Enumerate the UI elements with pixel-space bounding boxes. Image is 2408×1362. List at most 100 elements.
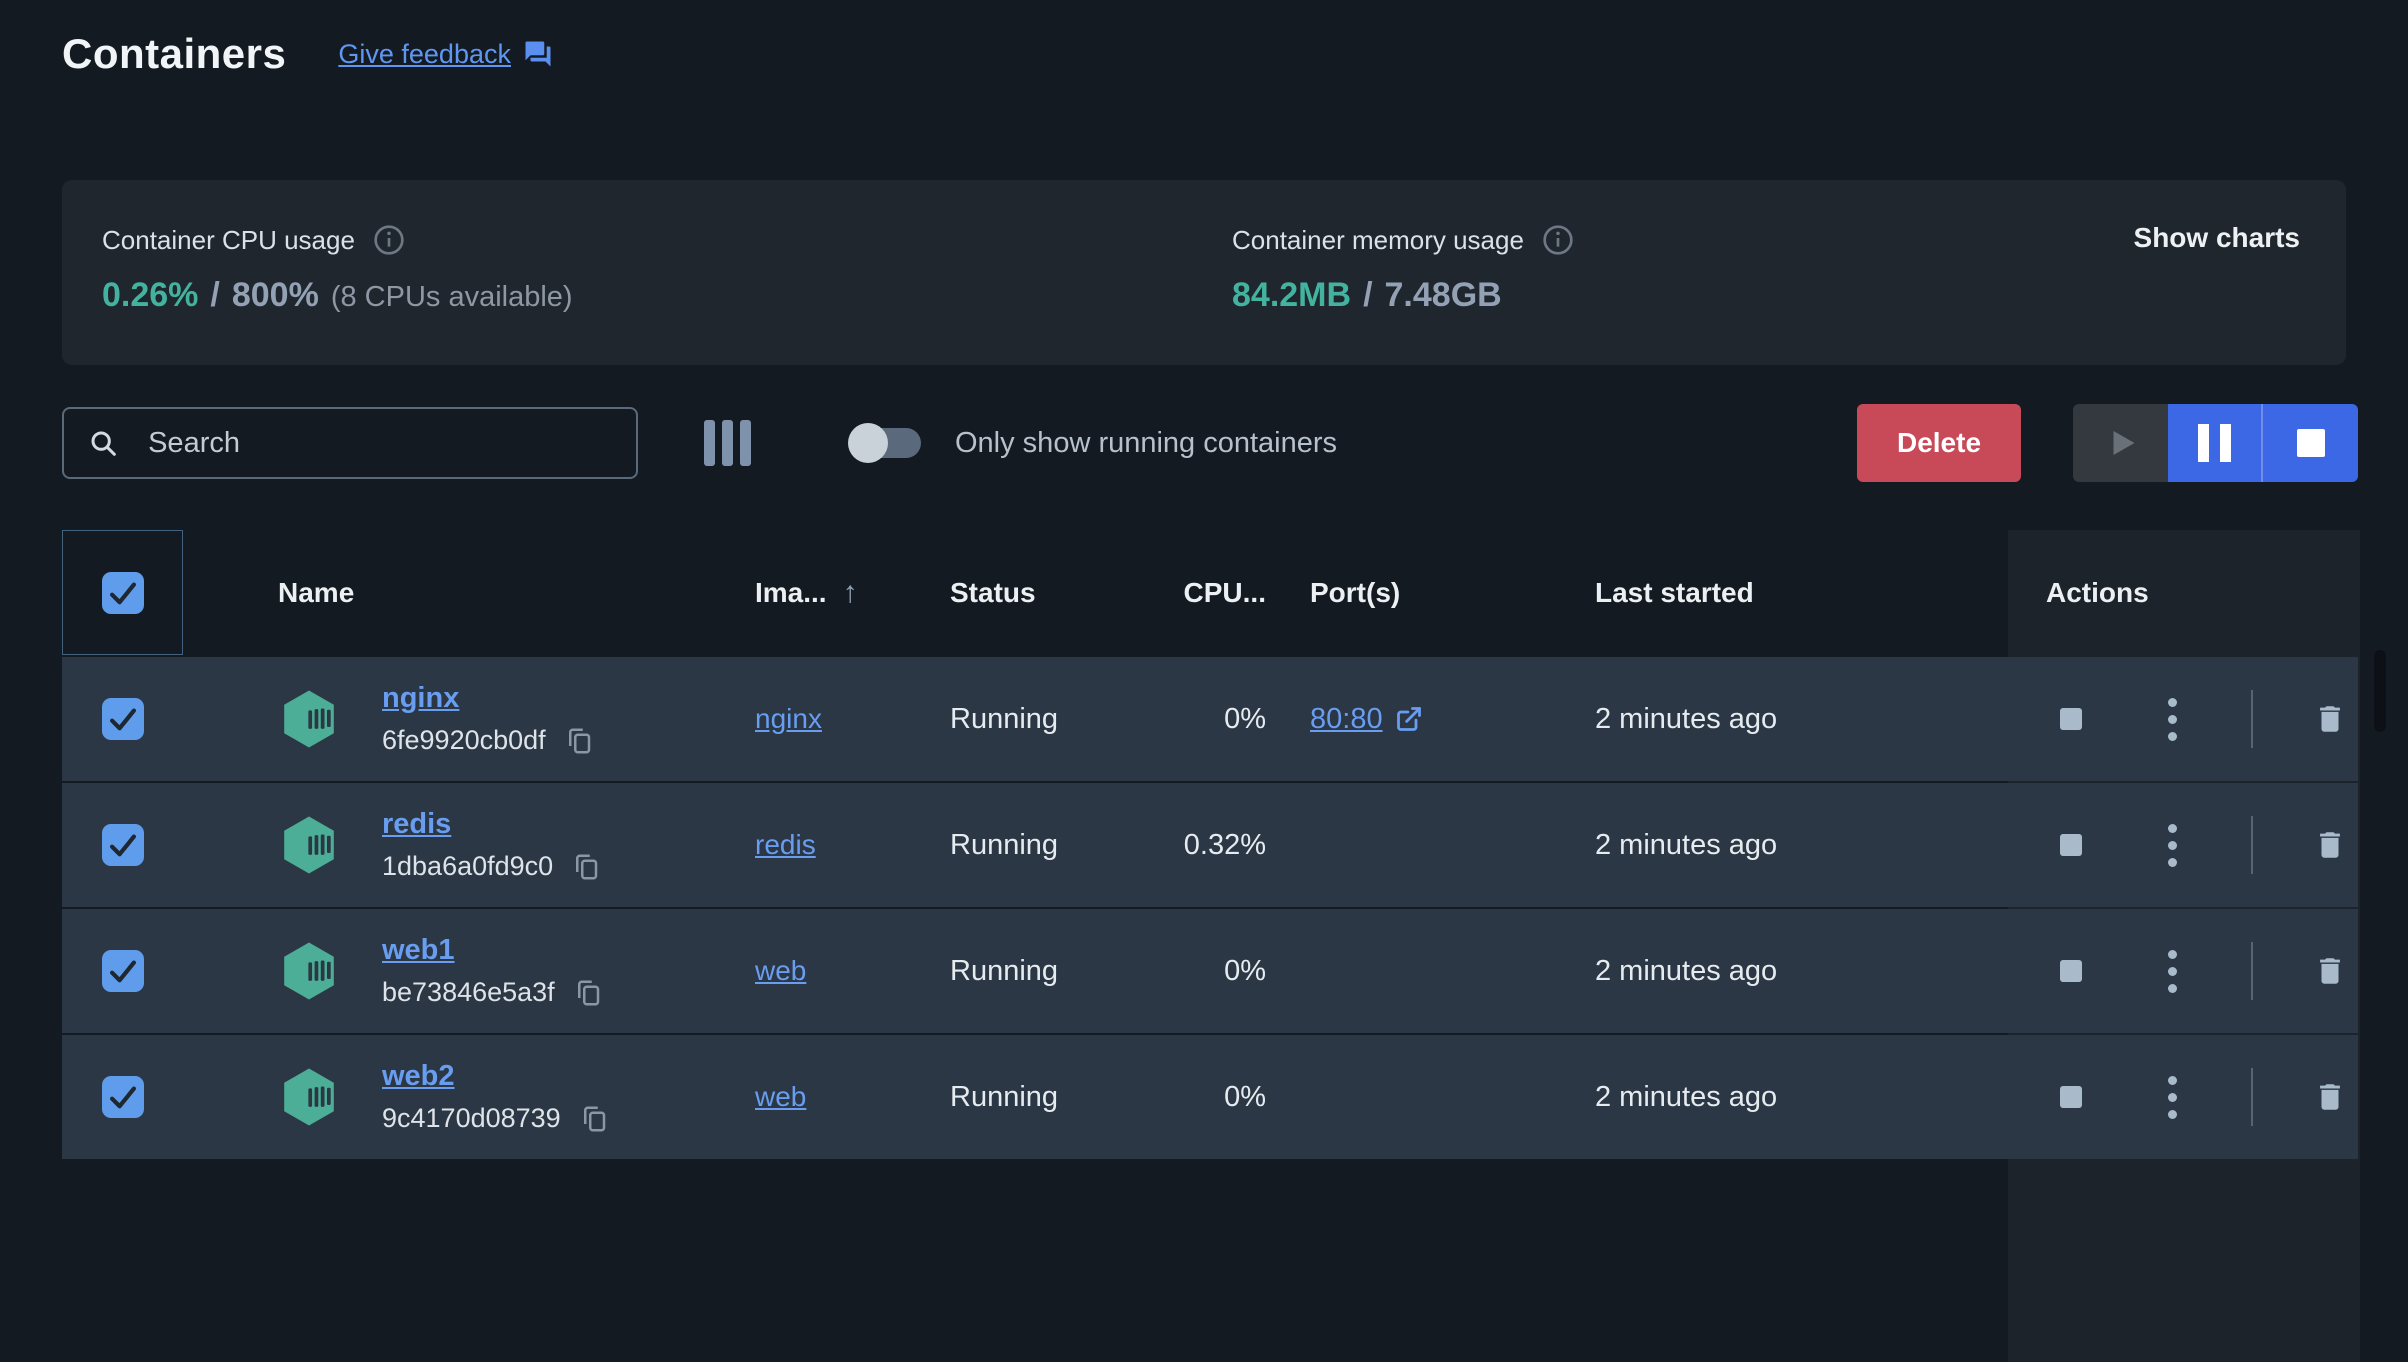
feedback-chat-icon <box>525 41 551 67</box>
row-delete-icon[interactable] <box>2313 702 2347 736</box>
container-name-link[interactable]: web1 <box>382 934 603 967</box>
column-header-name[interactable]: Name <box>278 577 354 609</box>
status-text: Running <box>950 954 1059 987</box>
column-header-cpu[interactable]: CPU... <box>1184 577 1266 609</box>
page-header: Containers Give feedback <box>62 30 553 78</box>
resource-usage-card: Container CPU usage 0.26% / 800% (8 CPUs… <box>62 180 2346 365</box>
row-checkbox[interactable] <box>101 1076 144 1118</box>
image-link[interactable]: nginx <box>755 703 822 735</box>
table-row: web1 be73846e5a3f web Running 0% 2 minut… <box>62 909 2358 1033</box>
row-stop-icon[interactable] <box>2060 960 2082 982</box>
column-header-status[interactable]: Status <box>950 577 1036 609</box>
show-charts-button[interactable]: Show charts <box>2134 222 2300 254</box>
row-stop-icon[interactable] <box>2060 1086 2082 1108</box>
actions-divider <box>2251 942 2253 1000</box>
pause-icon <box>2198 424 2231 462</box>
search-input[interactable] <box>148 426 612 460</box>
row-delete-icon[interactable] <box>2313 954 2347 988</box>
cpu-used-value: 0.26% <box>102 276 199 314</box>
toggle-thumb <box>848 423 888 463</box>
info-icon[interactable] <box>1542 224 1574 256</box>
row-checkbox[interactable] <box>101 698 144 740</box>
search-box[interactable] <box>62 407 638 479</box>
row-delete-icon[interactable] <box>2313 1080 2347 1114</box>
memory-total-value: 7.48GB <box>1384 276 1502 314</box>
image-link[interactable]: redis <box>755 829 816 861</box>
pause-button[interactable] <box>2168 404 2263 482</box>
select-all-checkbox[interactable] <box>101 571 144 614</box>
row-stop-icon[interactable] <box>2060 708 2082 730</box>
last-started-text: 2 minutes ago <box>1595 954 1778 987</box>
cpu-value: 0.32% <box>1183 828 1266 861</box>
copy-icon[interactable] <box>579 1104 609 1134</box>
row-menu-icon[interactable] <box>2168 949 2177 993</box>
container-id: 1dba6a0fd9c0 <box>382 851 554 881</box>
column-header-image[interactable]: Ima... <box>755 577 827 609</box>
row-delete-icon[interactable] <box>2313 828 2347 862</box>
cpu-note: (8 CPUs available) <box>330 281 573 313</box>
cpu-usage-label: Container CPU usage <box>102 224 355 255</box>
scrollbar-thumb[interactable] <box>2374 650 2386 732</box>
stop-icon <box>2296 429 2325 457</box>
cpu-value: 0% <box>1224 702 1266 735</box>
give-feedback-label: Give feedback <box>338 38 511 69</box>
row-menu-icon[interactable] <box>2168 823 2177 867</box>
delete-button[interactable]: Delete <box>1857 404 2021 482</box>
memory-separator: / <box>1363 276 1373 314</box>
running-only-toggle[interactable] <box>848 423 921 463</box>
actions-divider <box>2251 816 2253 874</box>
status-text: Running <box>950 702 1059 735</box>
table-header-row: Name Ima... ↑ Status CPU... Port(s) Last… <box>62 530 2358 655</box>
container-icon <box>284 1068 334 1126</box>
check-icon <box>109 1086 136 1109</box>
last-started-text: 2 minutes ago <box>1595 702 1778 735</box>
stop-button[interactable] <box>2263 404 2358 482</box>
check-icon <box>109 960 136 983</box>
row-menu-icon[interactable] <box>2168 1075 2177 1119</box>
status-text: Running <box>950 1080 1059 1113</box>
columns-icon[interactable] <box>704 420 751 466</box>
containers-table: Name Ima... ↑ Status CPU... Port(s) Last… <box>62 530 2358 1159</box>
actions-divider <box>2251 690 2253 748</box>
external-link-icon <box>1396 707 1421 731</box>
image-link[interactable]: web <box>755 1081 806 1113</box>
image-link[interactable]: web <box>755 955 806 987</box>
cpu-value: 0% <box>1224 1080 1266 1113</box>
play-button[interactable] <box>2073 404 2168 482</box>
give-feedback-link[interactable]: Give feedback <box>338 39 553 70</box>
table-row: web2 9c4170d08739 web Running 0% 2 minut… <box>62 1035 2358 1159</box>
sort-asc-icon[interactable]: ↑ <box>843 576 858 610</box>
check-icon <box>109 582 136 604</box>
cpu-separator: / <box>210 276 220 314</box>
page-title: Containers <box>62 30 287 77</box>
last-started-text: 2 minutes ago <box>1595 828 1778 861</box>
copy-icon[interactable] <box>571 852 601 882</box>
bulk-actions-group <box>2073 404 2358 482</box>
container-icon <box>284 816 334 874</box>
check-icon <box>109 708 136 731</box>
column-header-last-started[interactable]: Last started <box>1595 577 1754 609</box>
copy-icon[interactable] <box>564 726 594 756</box>
copy-icon[interactable] <box>573 978 603 1008</box>
info-icon[interactable] <box>373 224 405 256</box>
port-link[interactable]: 80:80 <box>1310 703 1423 736</box>
column-header-ports[interactable]: Port(s) <box>1310 577 1400 609</box>
table-row: nginx 6fe9920cb0df nginx Running 0% 80:8… <box>62 657 2358 781</box>
port-text: 80:80 <box>1310 702 1383 735</box>
container-icon <box>284 690 334 748</box>
container-name-link[interactable]: web2 <box>382 1060 609 1093</box>
row-checkbox[interactable] <box>101 824 144 866</box>
cpu-value: 0% <box>1224 954 1266 987</box>
table-row: redis 1dba6a0fd9c0 redis Running 0.32% 2… <box>62 783 2358 907</box>
row-checkbox[interactable] <box>101 950 144 992</box>
container-name-link[interactable]: redis <box>382 808 601 841</box>
container-icon <box>284 942 334 1000</box>
status-text: Running <box>950 828 1059 861</box>
row-stop-icon[interactable] <box>2060 834 2082 856</box>
actions-divider <box>2251 1068 2253 1126</box>
memory-used-value: 84.2MB <box>1232 276 1352 314</box>
search-icon <box>91 431 116 456</box>
column-header-actions: Actions <box>2046 576 2149 608</box>
container-name-link[interactable]: nginx <box>382 682 594 715</box>
row-menu-icon[interactable] <box>2168 697 2177 741</box>
